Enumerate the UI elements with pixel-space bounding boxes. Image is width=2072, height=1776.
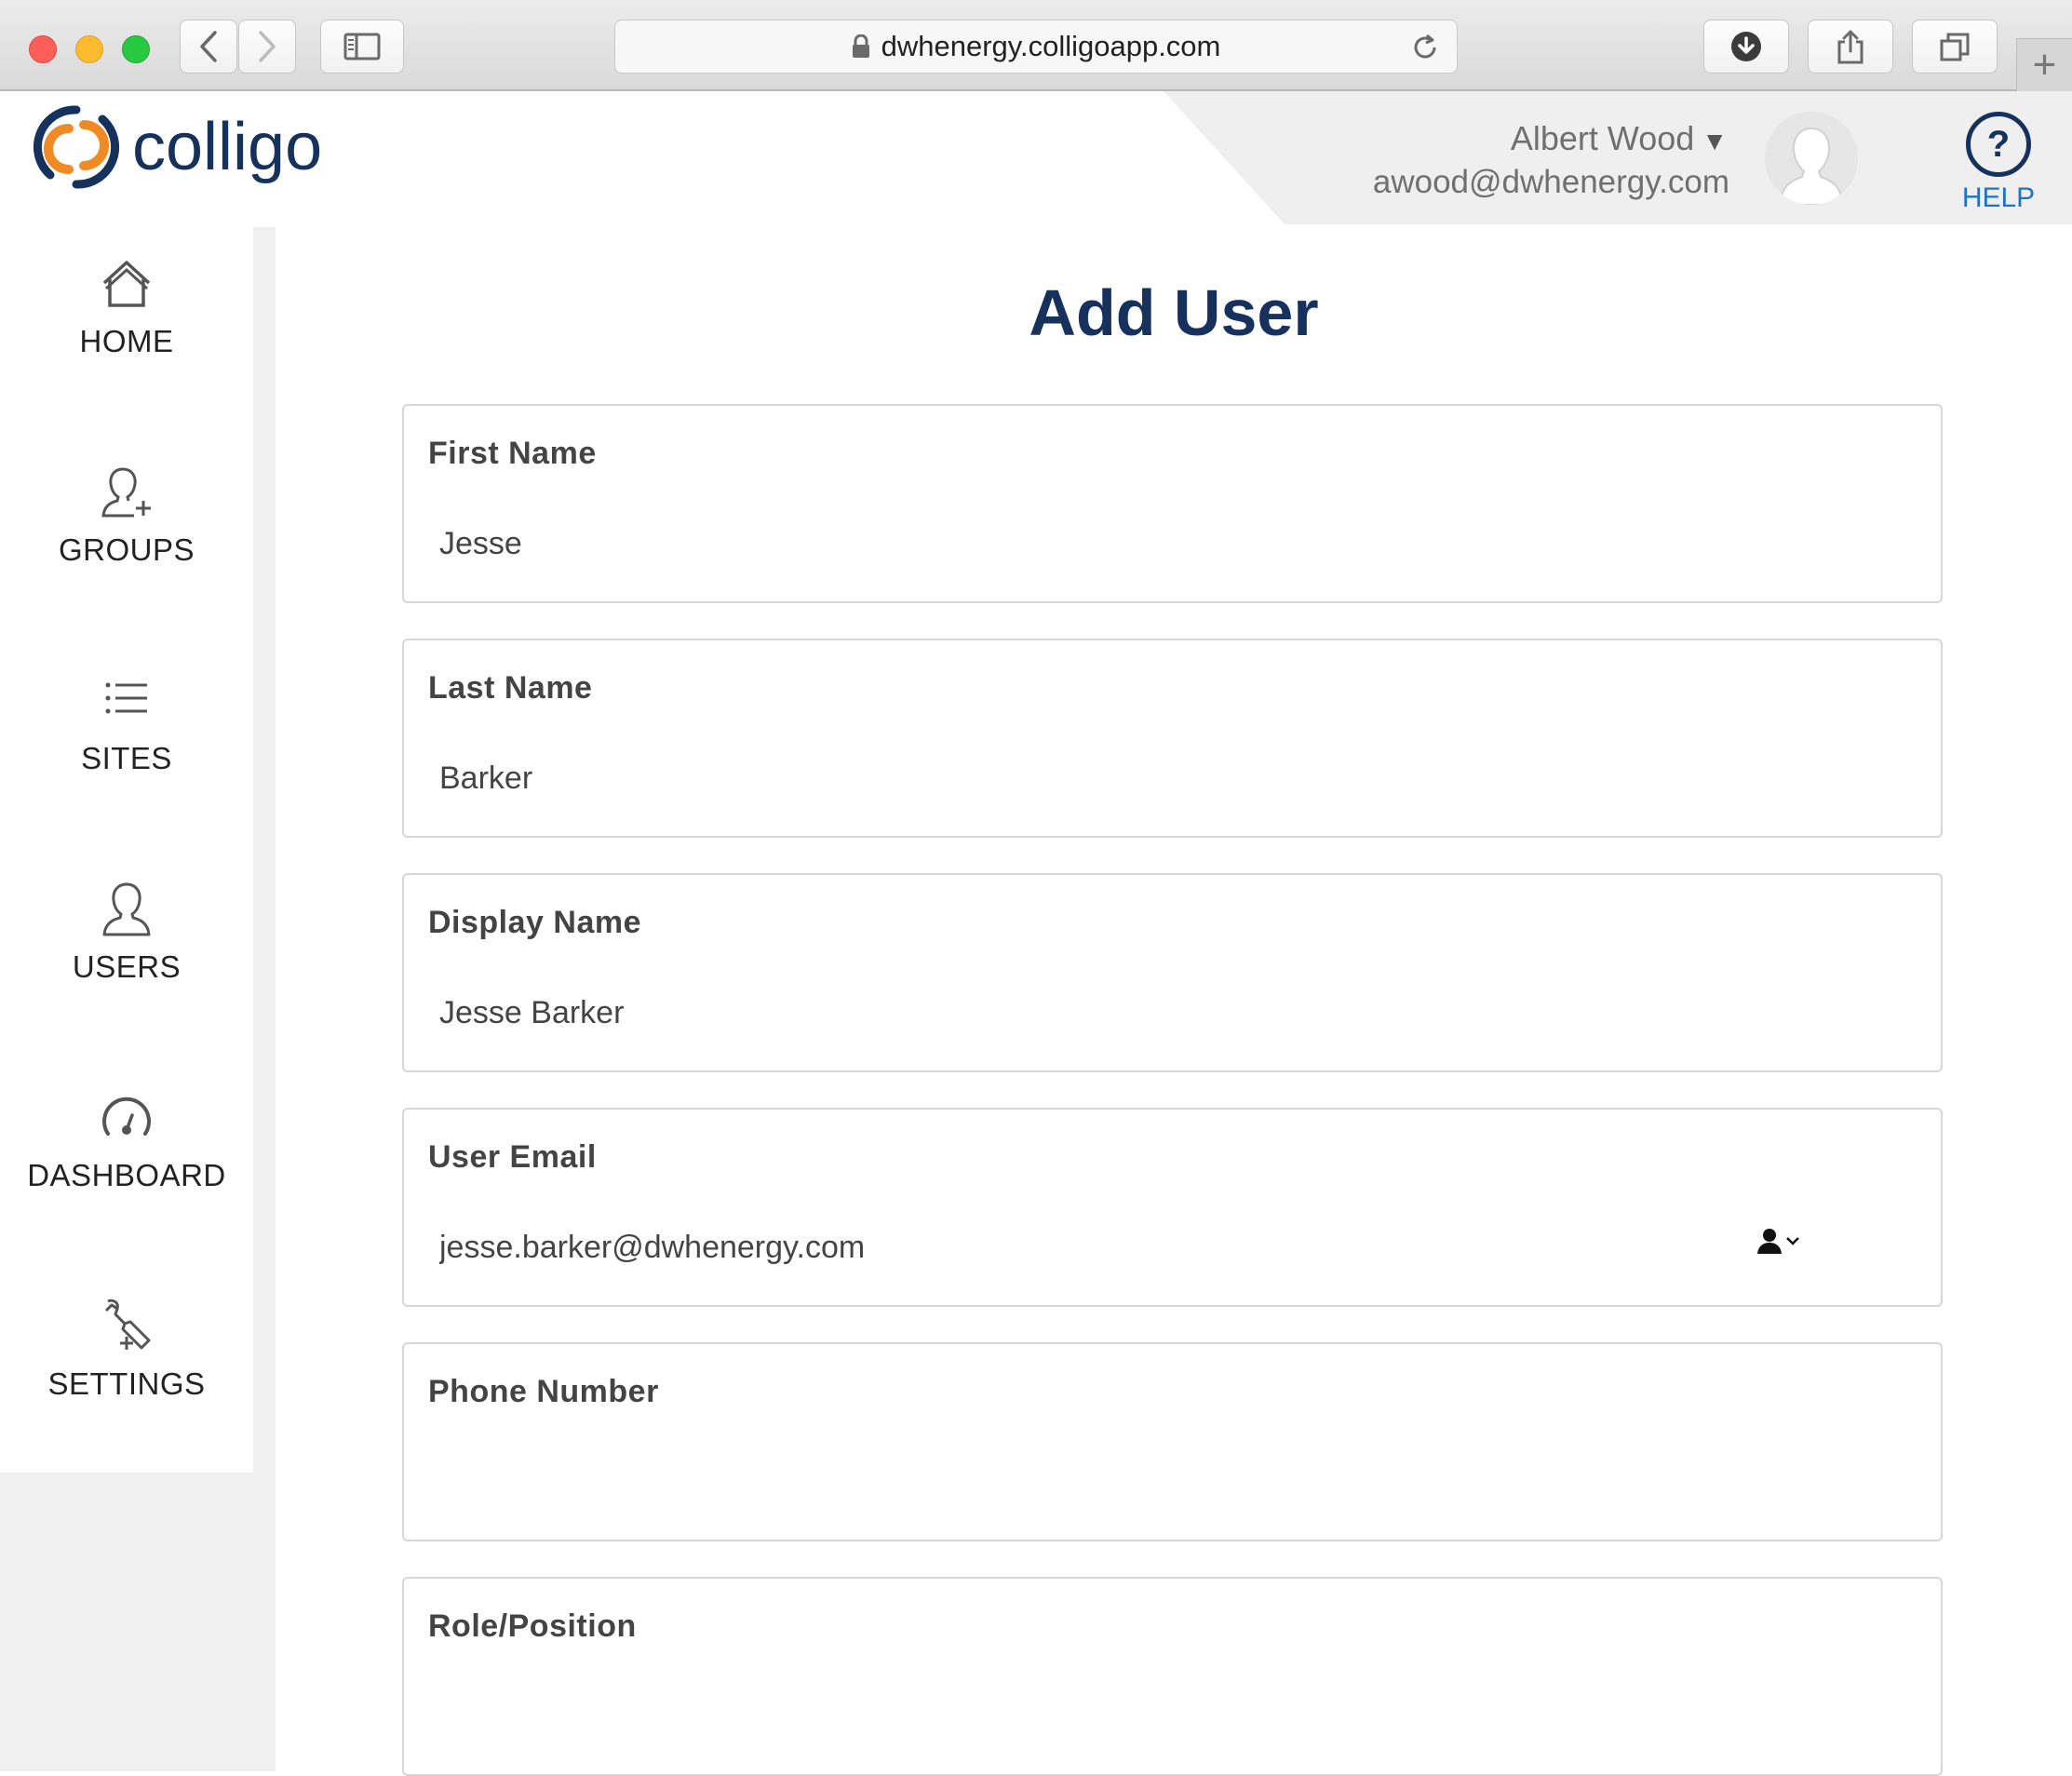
- avatar[interactable]: [1765, 112, 1858, 205]
- role-position-label: Role/Position: [428, 1608, 637, 1644]
- sidebar-item-settings[interactable]: SETTINGS: [0, 1298, 253, 1484]
- downloads-button[interactable]: [1703, 20, 1789, 74]
- address-bar[interactable]: dwhenergy.colligoapp.com: [614, 20, 1458, 74]
- sidebar-icon: [343, 33, 381, 61]
- user-avatar-icon: [1765, 112, 1858, 205]
- sidebar-item-label: USERS: [72, 949, 182, 984]
- logo-text: colligo: [132, 110, 323, 184]
- add-user-icon: [101, 467, 151, 518]
- contact-picker-button[interactable]: [1756, 1227, 1800, 1255]
- user-menu-toggle[interactable]: Albert Wood ▼: [1511, 119, 1728, 158]
- browser-toolbar: dwhenergy.colligoapp.com +: [0, 0, 2072, 91]
- caret-down-icon: ▼: [1702, 127, 1728, 155]
- first-name-field: First Name: [402, 404, 1943, 603]
- sidebar-item-label: SITES: [81, 741, 172, 775]
- chevron-left-icon: [200, 31, 217, 62]
- sidebar-toggle-button[interactable]: [320, 20, 404, 74]
- first-name-input[interactable]: [439, 516, 1891, 572]
- user-name: Albert Wood: [1510, 119, 1695, 157]
- chevron-right-icon: [259, 31, 276, 62]
- role-position-input[interactable]: [439, 1689, 1891, 1744]
- share-button[interactable]: [1808, 20, 1893, 74]
- last-name-label: Last Name: [428, 670, 593, 706]
- colligo-logo[interactable]: colligo: [32, 102, 322, 192]
- display-name-field: Display Name: [402, 873, 1943, 1072]
- sidebar-item-sites[interactable]: SITES: [0, 672, 253, 858]
- sidebar-item-label: SETTINGS: [47, 1366, 206, 1401]
- phone-number-field: Phone Number: [402, 1342, 1943, 1541]
- sidebar-item-label: HOME: [79, 324, 174, 358]
- sidebar-nav: HOME GROUPS SITES USERS DASHBOARD SETTIN…: [0, 227, 253, 1473]
- first-name-label: First Name: [428, 436, 597, 471]
- display-name-label: Display Name: [428, 905, 641, 940]
- zoom-window-button[interactable]: [122, 35, 150, 63]
- user-email: awood@dwhenergy.com: [1372, 164, 1729, 200]
- user-email-field: User Email: [402, 1108, 1943, 1307]
- phone-number-label: Phone Number: [428, 1374, 659, 1409]
- user-email-input[interactable]: [439, 1219, 1891, 1275]
- sidebar-item-users[interactable]: USERS: [0, 881, 253, 1067]
- page-title: Add User: [1029, 276, 1319, 349]
- sidebar-item-home[interactable]: HOME: [0, 255, 253, 441]
- help-label: HELP: [1961, 182, 2036, 213]
- phone-number-input[interactable]: [439, 1454, 1891, 1510]
- home-icon: [102, 261, 151, 307]
- share-icon: [1837, 30, 1863, 64]
- tabs-icon: [1940, 33, 1970, 61]
- chevron-down-icon: [1786, 1237, 1799, 1245]
- url-text: dwhenergy.colligoapp.com: [881, 30, 1221, 62]
- back-button[interactable]: [180, 20, 237, 74]
- new-tab-button[interactable]: +: [2016, 38, 2072, 91]
- sidebar-item-label: GROUPS: [58, 532, 195, 567]
- lock-icon: [852, 34, 869, 58]
- colligo-logo-icon: [33, 105, 120, 189]
- minimize-window-button[interactable]: [75, 35, 103, 63]
- role-position-field: Role/Position: [402, 1577, 1943, 1776]
- last-name-input[interactable]: [439, 750, 1891, 806]
- wrench-icon: [104, 1298, 151, 1350]
- sidebar-item-dashboard[interactable]: DASHBOARD: [0, 1089, 253, 1275]
- user-email-label: User Email: [428, 1139, 597, 1175]
- help-button[interactable]: ? HELP: [1962, 112, 2035, 214]
- display-name-input[interactable]: [439, 985, 1891, 1041]
- last-name-field: Last Name: [402, 639, 1943, 838]
- app-header: colligo Albert Wood ▼ awood@dwhenergy.com…: [0, 91, 2072, 227]
- user-icon: [102, 882, 151, 936]
- tabs-overview-button[interactable]: [1912, 20, 1998, 74]
- help-icon: ?: [1966, 112, 2031, 177]
- close-window-button[interactable]: [29, 35, 57, 63]
- forward-button[interactable]: [238, 20, 296, 74]
- reload-icon[interactable]: [1410, 33, 1440, 62]
- download-icon: [1731, 32, 1761, 61]
- sidebar-item-groups[interactable]: GROUPS: [0, 464, 253, 650]
- gauge-icon: [102, 1097, 151, 1136]
- contact-person-icon: [1757, 1229, 1782, 1254]
- list-icon: [105, 682, 147, 714]
- sidebar-item-label: DASHBOARD: [27, 1158, 226, 1192]
